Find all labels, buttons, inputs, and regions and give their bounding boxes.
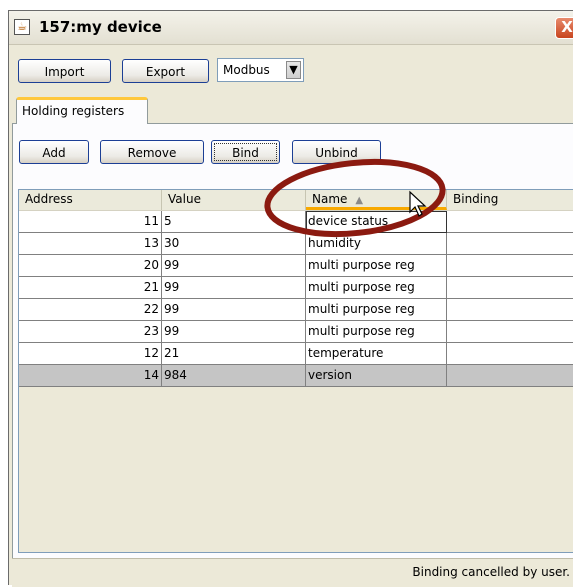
add-button[interactable]: Add <box>19 140 89 164</box>
cell-value[interactable]: 99 <box>162 255 306 277</box>
cell-value[interactable]: 984 <box>162 365 306 387</box>
table-row[interactable]: 12 21 temperature <box>19 343 573 365</box>
tab-label: Holding registers <box>22 104 125 118</box>
cell-address[interactable]: 12 <box>19 343 162 365</box>
cell-address[interactable]: 21 <box>19 277 162 299</box>
remove-button[interactable]: Remove <box>100 140 204 164</box>
device-window: ☕ 157:my device X Import Export Modbus ▼… <box>8 10 573 587</box>
column-header-binding[interactable]: Binding <box>447 190 573 210</box>
cell-name[interactable]: multi purpose reg <box>306 255 447 277</box>
close-button[interactable]: X <box>555 17 573 39</box>
export-button[interactable]: Export <box>122 59 209 83</box>
cell-binding[interactable] <box>447 365 573 387</box>
cell-value[interactable]: 99 <box>162 299 306 321</box>
cell-address[interactable]: 14 <box>19 365 162 387</box>
cell-name[interactable]: multi purpose reg <box>306 299 447 321</box>
table-row[interactable]: 22 99 multi purpose reg <box>19 299 573 321</box>
cell-binding[interactable] <box>447 321 573 343</box>
cell-value[interactable]: 21 <box>162 343 306 365</box>
registers-table[interactable]: Address Value Name ▲ Binding 11 5 device st… <box>18 189 573 553</box>
mouse-cursor-icon <box>409 190 427 217</box>
table-row[interactable]: 20 99 multi purpose reg <box>19 255 573 277</box>
cell-address[interactable]: 20 <box>19 255 162 277</box>
cell-name[interactable]: version <box>306 365 447 387</box>
java-cup-icon: ☕ <box>14 19 30 35</box>
table-row[interactable]: 14 984 version <box>19 365 573 387</box>
protocol-select[interactable]: Modbus ▼ <box>217 58 304 82</box>
table-row[interactable]: 21 99 multi purpose reg <box>19 277 573 299</box>
import-button[interactable]: Import <box>18 59 111 83</box>
cell-name[interactable]: multi purpose reg <box>306 277 447 299</box>
cell-value[interactable]: 99 <box>162 277 306 299</box>
title-bar[interactable]: ☕ 157:my device X <box>9 11 573 45</box>
cell-address[interactable]: 22 <box>19 299 162 321</box>
cell-address[interactable]: 13 <box>19 233 162 255</box>
protocol-select-value: Modbus <box>223 63 270 77</box>
cell-binding[interactable] <box>447 277 573 299</box>
tab-holding-registers[interactable]: Holding registers <box>16 97 148 124</box>
table-row[interactable]: 23 99 multi purpose reg <box>19 321 573 343</box>
cell-binding[interactable] <box>447 299 573 321</box>
window-title: 157:my device <box>39 18 162 36</box>
cell-binding[interactable] <box>447 211 573 233</box>
status-bar: Binding cancelled by user. <box>12 558 573 587</box>
cell-name[interactable]: multi purpose reg <box>306 321 447 343</box>
cell-name[interactable]: temperature <box>306 343 447 365</box>
cell-value[interactable]: 99 <box>162 321 306 343</box>
cell-binding[interactable] <box>447 255 573 277</box>
column-header-address[interactable]: Address <box>19 190 162 210</box>
cell-address[interactable]: 11 <box>19 211 162 233</box>
status-message: Binding cancelled by user. <box>412 565 570 579</box>
cell-binding[interactable] <box>447 233 573 255</box>
chevron-down-icon[interactable]: ▼ <box>286 61 301 79</box>
cell-binding[interactable] <box>447 343 573 365</box>
cell-address[interactable]: 23 <box>19 321 162 343</box>
